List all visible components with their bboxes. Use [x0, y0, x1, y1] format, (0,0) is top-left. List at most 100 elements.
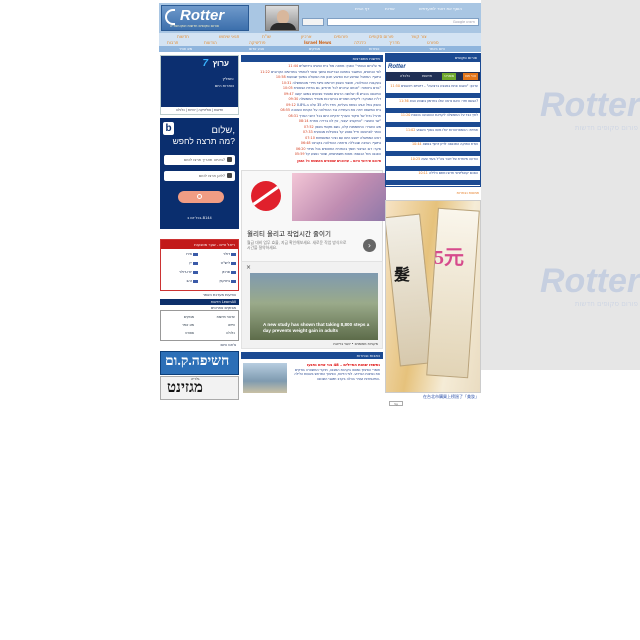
- rate-row[interactable]: אירו: [162, 252, 198, 256]
- arutz7-line[interactable]: ממליץ:: [223, 76, 235, 81]
- news-time: 10:58: [275, 75, 286, 79]
- arutz7-widget[interactable]: 7 ערוץ ממליץ: כותרות היום חדשות | פוליטי…: [160, 55, 239, 115]
- tab-hot[interactable]: הכי חם: [463, 73, 478, 80]
- search-icon: [197, 194, 202, 199]
- rate-row[interactable]: ביטקוין: [200, 279, 236, 283]
- nav-item-guide[interactable]: מדריך: [389, 40, 400, 45]
- subnav-today[interactable]: היום באתר: [429, 47, 445, 51]
- nav-item-politics[interactable]: פוליטיקה: [249, 40, 265, 45]
- rate-row[interactable]: זהב: [162, 279, 198, 283]
- subnav-flashes[interactable]: מבזקים: [309, 47, 320, 51]
- nav-item-qa[interactable]: שו"ת: [262, 34, 271, 39]
- nav-item-contact[interactable]: צור קשר: [411, 34, 427, 39]
- nav-item-culture[interactable]: תרבות: [167, 40, 178, 45]
- health-ad[interactable]: × A new study has shown that taking 8,80…: [241, 261, 383, 349]
- chevron-right-icon[interactable]: ›: [363, 239, 376, 252]
- rate-row[interactable]: יין: [162, 261, 198, 265]
- scoop-title: הסכם קואליציוני חדש נחתם הלילה: [428, 171, 478, 175]
- scoop-item[interactable]: 10:11 הסכם קואליציוני חדש נחתם הלילה: [388, 171, 478, 175]
- more-button[interactable]: עוד: [389, 401, 403, 406]
- subnav-headlines[interactable]: כותרות: [369, 47, 379, 51]
- scoop-separator: [386, 122, 480, 127]
- date-field[interactable]: באיזה תאריך תרצו לטוס?: [164, 155, 235, 165]
- nav-item-sport[interactable]: ספורט: [427, 40, 439, 45]
- news-item[interactable]: 07:52 מזג האוויר: התחממות קלה, גשם מקומי…: [243, 125, 381, 130]
- arutz7-links[interactable]: חדשות | פוליטיקה | יהדות | כלכלה: [161, 107, 238, 114]
- news-item[interactable]: 10:05 גורם ביטחוני: "אנחנו ערוכים לכל תר…: [243, 86, 381, 91]
- news-item[interactable]: 10:31 בעקבות ההחלטה, תושבי הצפון דורשים …: [243, 81, 381, 86]
- news-item[interactable]: 08:31 תרגיל גדול של פיקוד העורף יתקיים ה…: [243, 114, 381, 119]
- tab-sport[interactable]: ספורט: [442, 73, 456, 80]
- featured-article[interactable]: נחשפו שמות החיילים – 48 בני אדם נפגעו חו…: [241, 357, 383, 406]
- banner-ad-1[interactable]: חשיפה.ק.ום: [160, 351, 239, 375]
- news-item[interactable]: 11:44 מי ש"ביום הבוחר" הפגין: מחאה מול ב…: [243, 64, 381, 69]
- scoop-item[interactable]: 10:25 הודעה מיוחדת של דובר צה"ל בעוד שעה: [388, 157, 478, 161]
- watermark-logo-2: Rotter: [540, 262, 640, 300]
- product-caption[interactable]: 在台北市購買上榜過了「美妝」: [385, 394, 481, 400]
- scoop-separator: [386, 165, 480, 171]
- left-box-link[interactable]: כלכלה: [226, 331, 235, 335]
- scoop-separator: [386, 151, 480, 156]
- subnav-red-alert[interactable]: צבע אדום: [249, 47, 264, 51]
- left-link[interactable]: צ'אט היום: [160, 343, 239, 347]
- left-box-link[interactable]: מזג אוויר: [182, 323, 194, 327]
- left-section-bar[interactable]: חדשות LearnAll: [160, 299, 239, 305]
- arutz7-line[interactable]: כותרות היום: [215, 83, 234, 88]
- banner-1-text: חשיפה.ק.ום: [165, 354, 230, 369]
- article-thumbnail: [243, 363, 287, 393]
- news-item[interactable]: 05:59 הפגנה מול הכנסת: מאות משתתפים, שוט…: [243, 152, 381, 157]
- nav-item-news[interactable]: חדשות: [177, 34, 189, 39]
- brand-logo-icon: [251, 181, 281, 211]
- news-item[interactable]: 09:30 דו"ח המבקר: ליקויים חמורים בהיערכו…: [243, 97, 381, 102]
- product-ad[interactable]: 5元 髮: [385, 200, 481, 393]
- banner-ad-2[interactable]: גלריה מגזינט: [160, 376, 239, 400]
- scoop-item[interactable]: 11:50 עדכון: "הצבא פתח במבצע ברצועה" – ד…: [388, 84, 478, 88]
- search-button[interactable]: [302, 18, 324, 26]
- scoop-item[interactable]: 11:20 לחץ כבד על הממשלה לקראת ההצבעה בכנ…: [388, 113, 478, 117]
- left-box-link[interactable]: ספורט: [185, 331, 194, 335]
- destination-field[interactable]: לאן תרצו לטוס?: [164, 171, 235, 181]
- news-item[interactable]: 06:20 סקר: רוב הציבור תומך בהחזרת החטופי…: [243, 147, 381, 152]
- nav-item-economy[interactable]: כלכלה: [354, 40, 366, 45]
- nav-item-terms[interactable]: תנאי שימוש: [219, 34, 239, 39]
- nav-item-forums[interactable]: פורומים: [334, 34, 348, 39]
- news-item[interactable]: 11:22 לפי הנתונים, המשבר בתחום הבריאות נ…: [243, 70, 381, 75]
- top-link-about[interactable]: אודות: [385, 6, 395, 11]
- close-icon[interactable]: ×: [246, 264, 251, 271]
- tab-economy[interactable]: כלכלה: [398, 73, 412, 80]
- news-item[interactable]: 07:33 הותר לפרסום: חייל נפצע קל בפעילות …: [243, 130, 381, 135]
- left-box-link[interactable]: עדכוני חדשות: [217, 315, 235, 319]
- scoop-item[interactable]: 11:02 תחזית: הטמפרטורות יעלו מעט בסוף הש…: [388, 128, 478, 132]
- news-time: 11:22: [260, 69, 270, 74]
- news-item[interactable]: 09:12 השוק בתל אביב נפתח בעליות, מדד ת"א…: [243, 103, 381, 108]
- site-logo[interactable]: Rotter פורום סקופים חדשות ואקטואליה: [161, 5, 249, 31]
- rate-row[interactable]: פרנק: [200, 270, 236, 274]
- search-input[interactable]: Google חיפוש: [327, 18, 479, 26]
- news-item[interactable]: 08:14 שר האוצר: "התקציב יעבור, אין לנו ב…: [243, 119, 381, 124]
- rate-row[interactable]: ליש"ט: [200, 261, 236, 265]
- scoop-item[interactable]: 10:44 ועדת החוקה התכנסה לדיון דחוף בנושא: [388, 142, 478, 146]
- left-box-link[interactable]: מבזקים: [184, 315, 194, 319]
- travel-search-button[interactable]: [178, 191, 224, 203]
- news-item[interactable]: 09:47 התאונה בכביש 6: שלושה הרוגים ומספר…: [243, 92, 381, 97]
- nav-item-archive[interactable]: ארכיון: [301, 34, 312, 39]
- rate-row[interactable]: יורו-דולר: [162, 270, 198, 274]
- subnav-weather[interactable]: מזג אוויר: [179, 47, 192, 51]
- news-item[interactable]: 06:48 נחשף: הסיבה שבגללה נדחתה ההחלטה בק…: [243, 141, 381, 146]
- nav-item-messages[interactable]: הודעות: [204, 40, 217, 45]
- tab-news[interactable]: חדשות: [420, 73, 434, 80]
- news-item[interactable]: 07:10 ראש הממשלה ייפגש היום עם נציגי המש…: [243, 136, 381, 141]
- news-item[interactable]: 10:58 נחשף: המחבל שביצע את הפיגוע תכנן א…: [243, 75, 381, 80]
- news-item[interactable]: 08:55 בית המשפט דחה את העתירה נגד ההחלטה…: [243, 108, 381, 113]
- news-headline[interactable]: סיכום אירועי היום – עדכונים שוטפים מהשטח…: [243, 159, 381, 164]
- nav-item-israel-news[interactable]: Israel News: [304, 40, 331, 45]
- nav-item-scoops[interactable]: פורום סקופים: [369, 34, 394, 39]
- left-box-link[interactable]: ווידאו: [228, 323, 235, 327]
- top-link-favorites[interactable]: הוסף את רוטר למועדפים: [419, 6, 462, 11]
- scoop-item[interactable]: 11:36 הגשם חזר: האם נראה שלג בחרמון בשבו…: [388, 99, 478, 103]
- top-link-home[interactable]: דף הבית: [355, 6, 369, 11]
- news-title: גורם ביטחוני: "אנחנו ערוכים לכל תרחיש, ג…: [293, 86, 381, 90]
- scoop-time: 11:36: [399, 98, 409, 103]
- left-link[interactable]: הודעות מערכת האתר: [160, 293, 239, 297]
- rate-row[interactable]: דולר: [200, 252, 236, 256]
